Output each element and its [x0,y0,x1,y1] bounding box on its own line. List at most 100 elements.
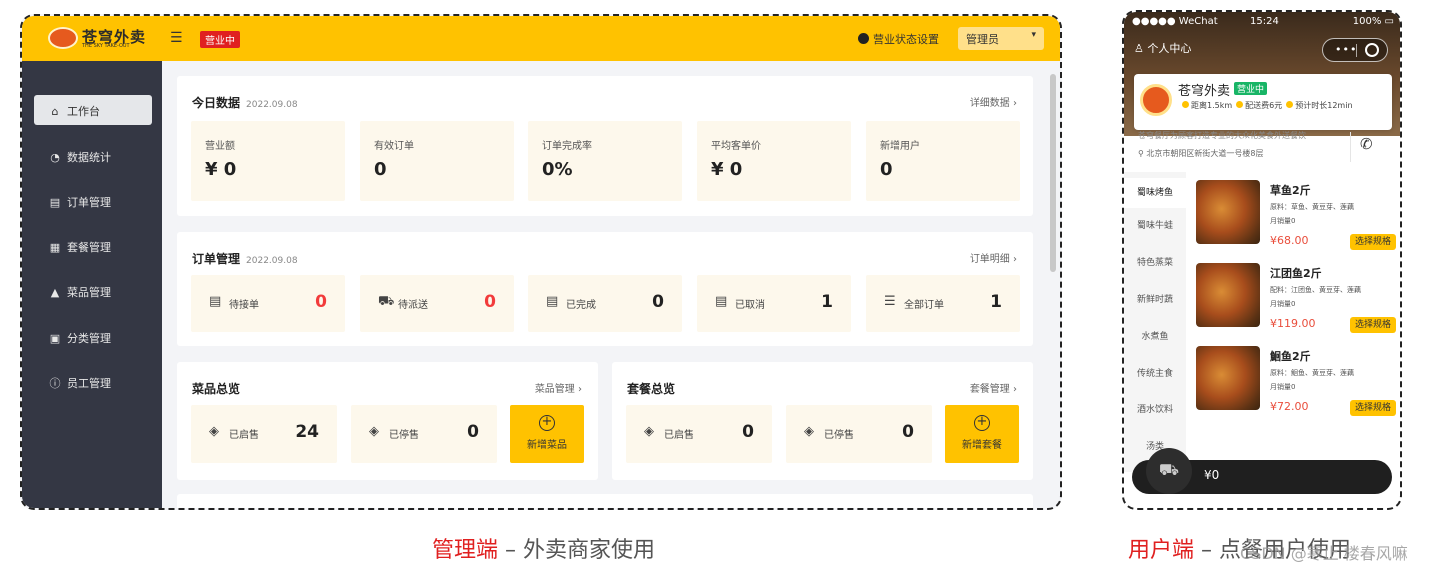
setmeal-management-link[interactable]: 套餐管理 › [970,380,1017,395]
dish-monthly-sales: 月销量0 [1270,217,1296,225]
select-spec-button[interactable]: 选择规格 [1350,400,1396,416]
add-setmeal-button[interactable]: + 新增套餐 [945,405,1019,463]
on-sale-count: 0 [742,422,754,442]
order-status-label: 待接单 [229,300,259,311]
category-item[interactable]: 传统主食 [1124,366,1186,379]
off-sale-label: 已停售 [389,430,419,441]
store-logo-icon [1140,84,1172,116]
order-status-tile[interactable]: ▤ 已取消 1 [697,275,851,332]
dish-management-link[interactable]: 菜品管理 › [535,380,582,395]
store-status-badge: 营业中 [1234,82,1268,95]
category-list: 蜀味烤鱼 蜀味牛蛙 特色蒸菜 新鲜时蔬 水煮鱼 传统主食 酒水饮料 汤类 [1124,172,1186,472]
pending-order-icon: ▤ [209,294,222,309]
order-detail-link[interactable]: 订单明细 › [970,250,1017,265]
dish-name: 江团鱼2斤 [1270,267,1322,280]
admin-caption: 管理端 – 外卖商家使用 [432,532,655,564]
category-item[interactable]: 蜀味烤鱼 [1124,178,1186,208]
scrollbar-thumb[interactable] [1050,74,1056,272]
tag-icon: ◈ [209,424,219,439]
user-select[interactable]: 管理员 ▾ [958,27,1044,50]
phone-call-icon[interactable]: ✆ [1360,135,1373,153]
order-status-tile[interactable]: ☰ 全部订单 1 [866,275,1020,332]
menu-toggle-icon[interactable]: ☰ [170,30,183,46]
order-status-tile[interactable]: ▤ 待接单 0 [191,275,345,332]
clock-icon [858,33,869,44]
phone-status-bar: ●●●●● WeChat 15:24 100% ▭ [1132,16,1396,27]
user-caption-highlight: 用户端 [1128,538,1195,563]
sidebar-item-statistics[interactable]: ◔ 数据统计 [34,141,152,171]
sidebar-item-employees[interactable]: ⓘ 员工管理 [34,367,152,397]
sidebar-item-label: 订单管理 [67,196,111,209]
orders-title: 订单管理 2022.09.08 [192,252,298,266]
dish-off-sale-tile: ◈ 已停售 0 [351,405,497,463]
sidebar-item-workbench[interactable]: ⌂ 工作台 [34,95,152,125]
order-management-card: 订单管理 2022.09.08 订单明细 › ▤ 待接单 0 ⛟ 待派送 0 ▤ 已完成 0 … [177,232,1033,346]
stat-label: 平均客单价 [711,141,761,152]
sidebar-item-label: 数据统计 [67,151,111,164]
sidebar-item-label: 工作台 [67,105,100,118]
select-spec-button[interactable]: 选择规格 [1350,234,1396,250]
sidebar-item-setmeals[interactable]: ▦ 套餐管理 [34,231,152,261]
sidebar-item-label: 分类管理 [67,332,111,345]
more-icon[interactable]: ••• [1335,43,1357,56]
off-sale-label: 已停售 [824,430,854,441]
dish-monthly-sales: 月销量0 [1270,300,1296,308]
tag-icon: ◈ [644,424,654,439]
dish-icon: ▲ [50,286,60,299]
order-status-tile[interactable]: ⛟ 待派送 0 [360,275,514,332]
dish-name: 草鱼2斤 [1270,184,1311,197]
today-data-card: 今日数据 2022.09.08 详细数据 › 营业额 ¥ 0 有效订单 0 订单完成率… [177,76,1033,216]
category-item[interactable]: 水煮鱼 [1124,329,1186,342]
tag-off-icon: ◈ [804,424,814,439]
admin-caption-text: – 外卖商家使用 [498,538,656,563]
category-icon: ▣ [49,332,61,345]
category-item[interactable]: 蜀味牛蛙 [1124,218,1186,231]
order-status-count: 1 [990,292,1002,312]
dish-image[interactable] [1196,180,1260,244]
dish-price: ¥72.00 [1270,400,1309,413]
sidebar-item-categories[interactable]: ▣ 分类管理 [34,322,152,352]
tag-off-icon: ◈ [369,424,379,439]
dish-ingredients: 配料：江团鱼、黄豆芽、莲藕 [1270,286,1361,294]
phone-window: ●●●●● WeChat 15:24 100% ▭ ♙ 个人中心 ••• 苍穹外… [1122,10,1402,510]
personal-center-label: 个人中心 [1147,42,1192,55]
category-item[interactable]: 酒水饮料 [1124,402,1186,415]
stat-value: 0 [880,159,893,180]
add-dish-button[interactable]: + 新增菜品 [510,405,584,463]
cart-icon[interactable]: ⛟ [1146,448,1192,494]
close-circle-icon[interactable] [1365,43,1379,57]
sidebar-item-dishes[interactable]: ▲ 菜品管理 [34,276,152,306]
orders-date: 2022.09.08 [246,256,298,266]
admin-caption-highlight: 管理端 [432,538,499,563]
off-sale-count: 0 [902,422,914,442]
stat-tile: 新增用户 0 [866,121,1020,201]
order-status-label: 全部订单 [904,300,944,311]
dish-overview-card: 菜品总览 菜品管理 › ◈ 已启售 24 ◈ 已停售 0 + 新增菜品 [177,362,598,480]
personal-center-button[interactable]: ♙ 个人中心 [1134,40,1191,56]
select-spec-button[interactable]: 选择规格 [1350,317,1396,333]
store-meta: 距离1.5km 配送费6元 预计时长12min [1178,100,1353,111]
admin-window: 苍穹外卖 THE SKY TAKE-OUT ☰ 营业中 营业状态设置 管理员 ▾… [20,14,1062,510]
user-select-value: 管理员 [966,33,999,46]
dish-image[interactable] [1196,263,1260,327]
home-icon: ⌂ [51,105,59,118]
sidebar-item-orders[interactable]: ▤ 订单管理 [34,186,152,216]
miniprogram-capsule[interactable]: ••• [1322,38,1388,62]
status-badge: 营业中 [200,31,240,48]
time-label: 15:24 [1250,16,1279,27]
dish-price: ¥119.00 [1270,317,1316,330]
chart-icon: ◔ [50,151,60,164]
cart-bar[interactable]: ⛟ ¥0 [1132,448,1392,494]
dish-image[interactable] [1196,346,1260,410]
user-icon: ♙ [1134,42,1148,55]
status-setting-button[interactable]: 营业状态设置 [858,31,939,47]
order-status-tile[interactable]: ▤ 已完成 0 [528,275,682,332]
category-item[interactable]: 新鲜时蔬 [1124,292,1186,305]
plus-circle-icon: + [539,415,555,431]
setmeal-on-sale-tile: ◈ 已启售 0 [626,405,772,463]
sidebar-item-label: 菜品管理 [67,286,111,299]
detail-data-link[interactable]: 详细数据 › [970,94,1017,109]
sidebar-item-label: 套餐管理 [67,241,111,254]
stat-label: 有效订单 [374,141,414,152]
category-item[interactable]: 特色蒸菜 [1124,255,1186,268]
